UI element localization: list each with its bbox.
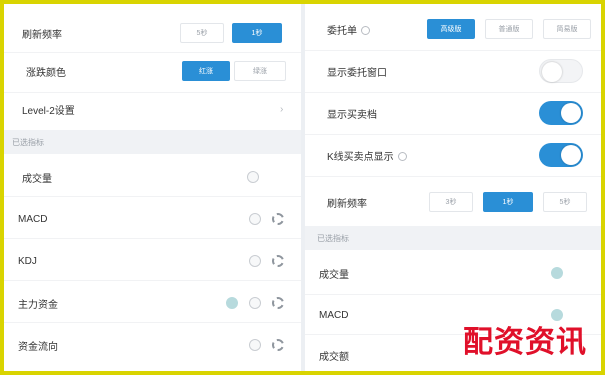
indicator-row: 成交量	[305, 260, 601, 286]
indicator-row: 资金流向	[4, 332, 301, 358]
indicator-label: 成交额	[319, 351, 349, 363]
trade-order-label: 委托单	[327, 22, 370, 37]
color-mode-label: 涨跌颜色	[26, 67, 66, 79]
trade-option-standard[interactable]: 普通版	[485, 19, 533, 39]
indicator-label: KDJ	[18, 255, 37, 267]
show-bid-ask-toggle[interactable]	[539, 101, 583, 125]
gear-icon[interactable]	[272, 255, 284, 267]
show-order-window-label: 显示委托窗口	[327, 67, 387, 79]
indicator-row: MACD	[4, 206, 301, 232]
refresh-rate-row: 刷新频率 5秒 1秒	[4, 20, 301, 46]
gear-icon[interactable]	[272, 339, 284, 351]
divider	[4, 322, 301, 323]
gear-icon[interactable]	[272, 297, 284, 309]
divider	[4, 92, 301, 93]
divider	[305, 134, 601, 135]
level2-settings-label: Level-2设置	[22, 105, 75, 117]
refresh-rate-row: 刷新频率 3秒 1秒 5秒	[305, 189, 601, 215]
show-bid-ask-label: 显示买卖档	[327, 109, 377, 121]
color-option-green-up[interactable]: 绿涨	[234, 61, 286, 81]
right-settings-panel: 委托单 高级版 普通版 简易版 显示委托窗口 显示买卖档 K线买卖点显示 刷新频…	[305, 4, 601, 371]
refresh-option-1s[interactable]: 1秒	[232, 23, 282, 43]
toggle-indicator-icon[interactable]	[249, 255, 261, 267]
divider	[4, 238, 301, 239]
indicator-row: KDJ	[4, 248, 301, 274]
show-order-window-toggle[interactable]	[539, 59, 583, 83]
indicator-label: 成交量	[319, 269, 349, 281]
refresh-option-5s[interactable]: 5秒	[180, 23, 224, 43]
watermark-logo: 配资资讯	[463, 325, 587, 360]
left-settings-panel: 刷新频率 5秒 1秒 涨跌颜色 红涨 绿涨 Level-2设置 › 已选指标 成…	[4, 4, 301, 371]
indicator-row: 主力资金	[4, 290, 301, 316]
trade-option-advanced[interactable]: 高级版	[427, 19, 475, 39]
indicator-label: 成交量	[22, 173, 52, 185]
screen: 刷新频率 5秒 1秒 涨跌颜色 红涨 绿涨 Level-2设置 › 已选指标 成…	[4, 4, 601, 371]
indicator-row: 成交量	[4, 164, 301, 190]
selected-indicators-header: 已选指标	[305, 226, 601, 250]
indicator-label: MACD	[319, 309, 349, 321]
chevron-right-icon: ›	[280, 103, 284, 115]
divider	[305, 294, 601, 295]
trade-option-simple[interactable]: 简易版	[543, 19, 591, 39]
selected-indicators-header: 已选指标	[4, 130, 301, 154]
color-mode-row: 涨跌颜色 红涨 绿涨	[4, 58, 301, 84]
show-bid-ask-row: 显示买卖档	[305, 100, 601, 126]
kline-points-label: K线买卖点显示	[327, 148, 407, 163]
section-title: 已选指标	[317, 233, 349, 243]
refresh-option-5s[interactable]: 5秒	[543, 192, 587, 212]
refresh-option-1s[interactable]: 1秒	[483, 192, 533, 212]
status-dot-icon[interactable]	[551, 267, 563, 279]
toggle-indicator-icon[interactable]	[249, 213, 261, 225]
kline-points-toggle[interactable]	[539, 143, 583, 167]
section-title: 已选指标	[12, 137, 44, 147]
divider	[305, 50, 601, 51]
help-icon[interactable]	[397, 152, 407, 162]
indicator-label: MACD	[18, 213, 48, 225]
trade-order-row: 委托单 高级版 普通版 简易版	[305, 16, 601, 42]
refresh-rate-label: 刷新频率	[22, 29, 62, 41]
divider	[4, 52, 301, 53]
refresh-option-3s[interactable]: 3秒	[429, 192, 473, 212]
help-icon[interactable]	[361, 26, 370, 36]
divider	[305, 176, 601, 177]
toggle-indicator-icon[interactable]	[249, 297, 261, 309]
refresh-rate-label: 刷新频率	[327, 198, 367, 210]
toggle-indicator-icon[interactable]	[249, 339, 261, 351]
indicator-label: 资金流向	[18, 341, 58, 353]
gear-icon[interactable]	[272, 213, 284, 225]
show-order-window-row: 显示委托窗口	[305, 58, 601, 84]
level2-settings-row[interactable]: Level-2设置 ›	[4, 96, 301, 122]
divider	[4, 196, 301, 197]
divider	[305, 92, 601, 93]
status-dot-icon	[226, 297, 238, 309]
indicator-label: 主力资金	[18, 299, 58, 311]
color-option-red-up[interactable]: 红涨	[182, 61, 230, 81]
toggle-indicator-icon[interactable]	[247, 171, 259, 183]
divider	[4, 280, 301, 281]
kline-points-row: K线买卖点显示	[305, 142, 601, 168]
